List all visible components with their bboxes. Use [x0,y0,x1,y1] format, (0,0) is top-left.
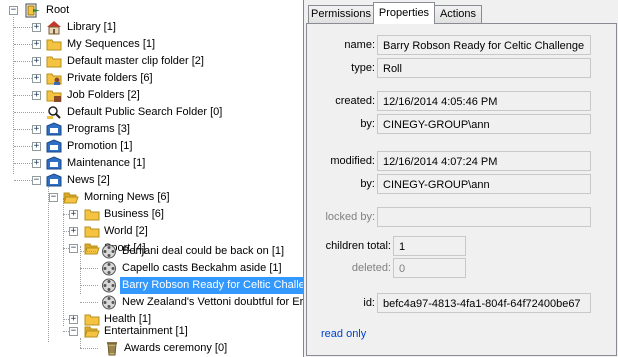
tree-label: My Sequences [1] [67,38,156,50]
folder-icon [46,56,62,68]
tree-row[interactable]: New Zealand's Vettoni doubtful for Er [0,294,303,311]
tree-label: Business [6] [104,208,164,220]
folder-icon [46,39,62,51]
collapse-icon[interactable]: − [49,193,58,202]
tree-label: Promotion [1] [67,140,133,152]
tree-label: Maintenance [1] [67,157,146,169]
tree-row[interactable]: + Default master clip folder [2] [0,53,303,70]
bin-icon [46,156,62,170]
tree-label: Benjani deal could be back on [1] [122,245,285,257]
tree-row[interactable]: + Maintenance [1] [0,155,303,172]
film-reel-icon [102,244,116,259]
tab-permissions[interactable]: Permissions [308,5,374,23]
root-node-icon [25,3,40,18]
tree-row[interactable]: Awards ceremony [0] [0,340,303,357]
expand-icon[interactable]: + [32,125,41,134]
tree-label: Barry Robson Ready for Celtic Challer [120,277,303,294]
deleted-field: 0 [393,258,466,278]
job-folder-icon [46,90,62,102]
type-field: Roll [377,58,591,78]
bin-icon [46,122,62,136]
tree-row[interactable]: − News [2] [0,172,303,189]
tree-row[interactable]: + Job Folders [2] [0,87,303,104]
id-label: id: [363,297,375,309]
bin-icon [46,139,62,153]
read-only-link[interactable]: read only [321,328,366,340]
created-field: 12/16/2014 4:05:46 PM [377,91,591,111]
folder-icon [84,209,100,221]
tree-row[interactable]: + Private folders [6] [0,70,303,87]
trash-bin-icon [107,342,117,356]
collapse-icon[interactable]: − [69,327,78,336]
expand-icon[interactable]: + [32,142,41,151]
tree-row-selected[interactable]: Barry Robson Ready for Celtic Challer [0,277,303,294]
expand-icon[interactable]: + [32,40,41,49]
tree-row[interactable]: + Promotion [1] [0,138,303,155]
created-label: created: [335,95,375,107]
tree-label: Awards ceremony [0] [124,342,228,354]
folder-tree[interactable]: − Root + Library [1] + My Sequences [1] … [0,0,304,357]
tree-label: Capello casts Beckahm aside [1] [122,262,282,274]
tree-row[interactable]: + Library [1] [0,19,303,36]
modified-by-field: CINEGY-GROUP\ann [377,174,591,194]
modified-by-label: by: [360,178,375,190]
bin-icon [46,173,62,187]
locked-by-label: locked by: [325,211,375,223]
tree-label: Private folders [6] [67,72,153,84]
tree-label: Root [46,4,70,16]
deleted-label: deleted: [351,262,391,274]
tree-label: Job Folders [2] [67,89,140,101]
tab-actions[interactable]: Actions [434,5,482,23]
expand-icon[interactable]: + [32,74,41,83]
modified-label: modified: [330,155,375,167]
tree-label: New Zealand's Vettoni doubtful for Er [122,296,304,308]
tree-row[interactable]: + Programs [3] [0,121,303,138]
collapse-icon[interactable]: − [9,6,18,15]
tree-row-root[interactable]: − Root [0,2,303,19]
tree-label: Default Public Search Folder [0] [67,106,223,118]
created-by-field: CINEGY-GROUP\ann [377,114,591,134]
film-reel-icon [102,295,116,310]
expand-icon[interactable]: + [69,210,78,219]
children-total-label: children total: [325,240,391,252]
modified-field: 12/16/2014 4:07:24 PM [377,151,591,171]
film-reel-icon [102,261,116,276]
tree-row[interactable]: − Morning News [6] [0,189,303,206]
collapse-icon[interactable]: − [32,176,41,185]
expand-icon[interactable]: + [32,91,41,100]
tree-label: Entertainment [1] [104,325,188,337]
type-label: type: [351,62,375,74]
tree-row[interactable]: Capello casts Beckahm aside [1] [0,260,303,277]
tree-label: News [2] [67,174,110,186]
properties-panel: Permissions Properties Actions name: Bar… [304,0,618,357]
tree-label: Morning News [6] [84,191,170,203]
folder-open-icon [63,192,79,204]
expand-icon[interactable]: + [32,23,41,32]
id-field: befc4a97-4813-4fa1-804f-64f72400be67 [377,293,591,313]
tree-row[interactable]: + Business [6] [0,206,303,223]
tree-row[interactable]: Default Public Search Folder [0] [0,104,303,121]
properties-tab-pane: name: Barry Robson Ready for Celtic Chal… [306,23,617,356]
folder-open-icon [84,326,100,338]
created-by-label: by: [360,118,375,130]
tree-label: Programs [3] [67,123,130,135]
expand-icon[interactable]: + [32,57,41,66]
tree-row[interactable]: − Entertainment [1] [0,323,303,340]
film-reel-icon [102,278,116,293]
tree-row[interactable]: Benjani deal could be back on [1] [0,243,303,260]
locked-by-field [377,207,591,227]
tab-properties[interactable]: Properties [373,2,435,24]
search-folder-icon [47,106,61,119]
tree-label: Default master clip folder [2] [67,55,204,67]
library-icon [47,21,61,35]
expand-icon[interactable]: + [32,159,41,168]
name-label: name: [344,39,375,51]
tree-label: Library [1] [67,21,116,33]
tree-row[interactable]: + My Sequences [1] [0,36,303,53]
private-folder-icon [46,73,62,85]
name-field: Barry Robson Ready for Celtic Challenge [377,35,591,55]
children-total-field: 1 [393,236,466,256]
